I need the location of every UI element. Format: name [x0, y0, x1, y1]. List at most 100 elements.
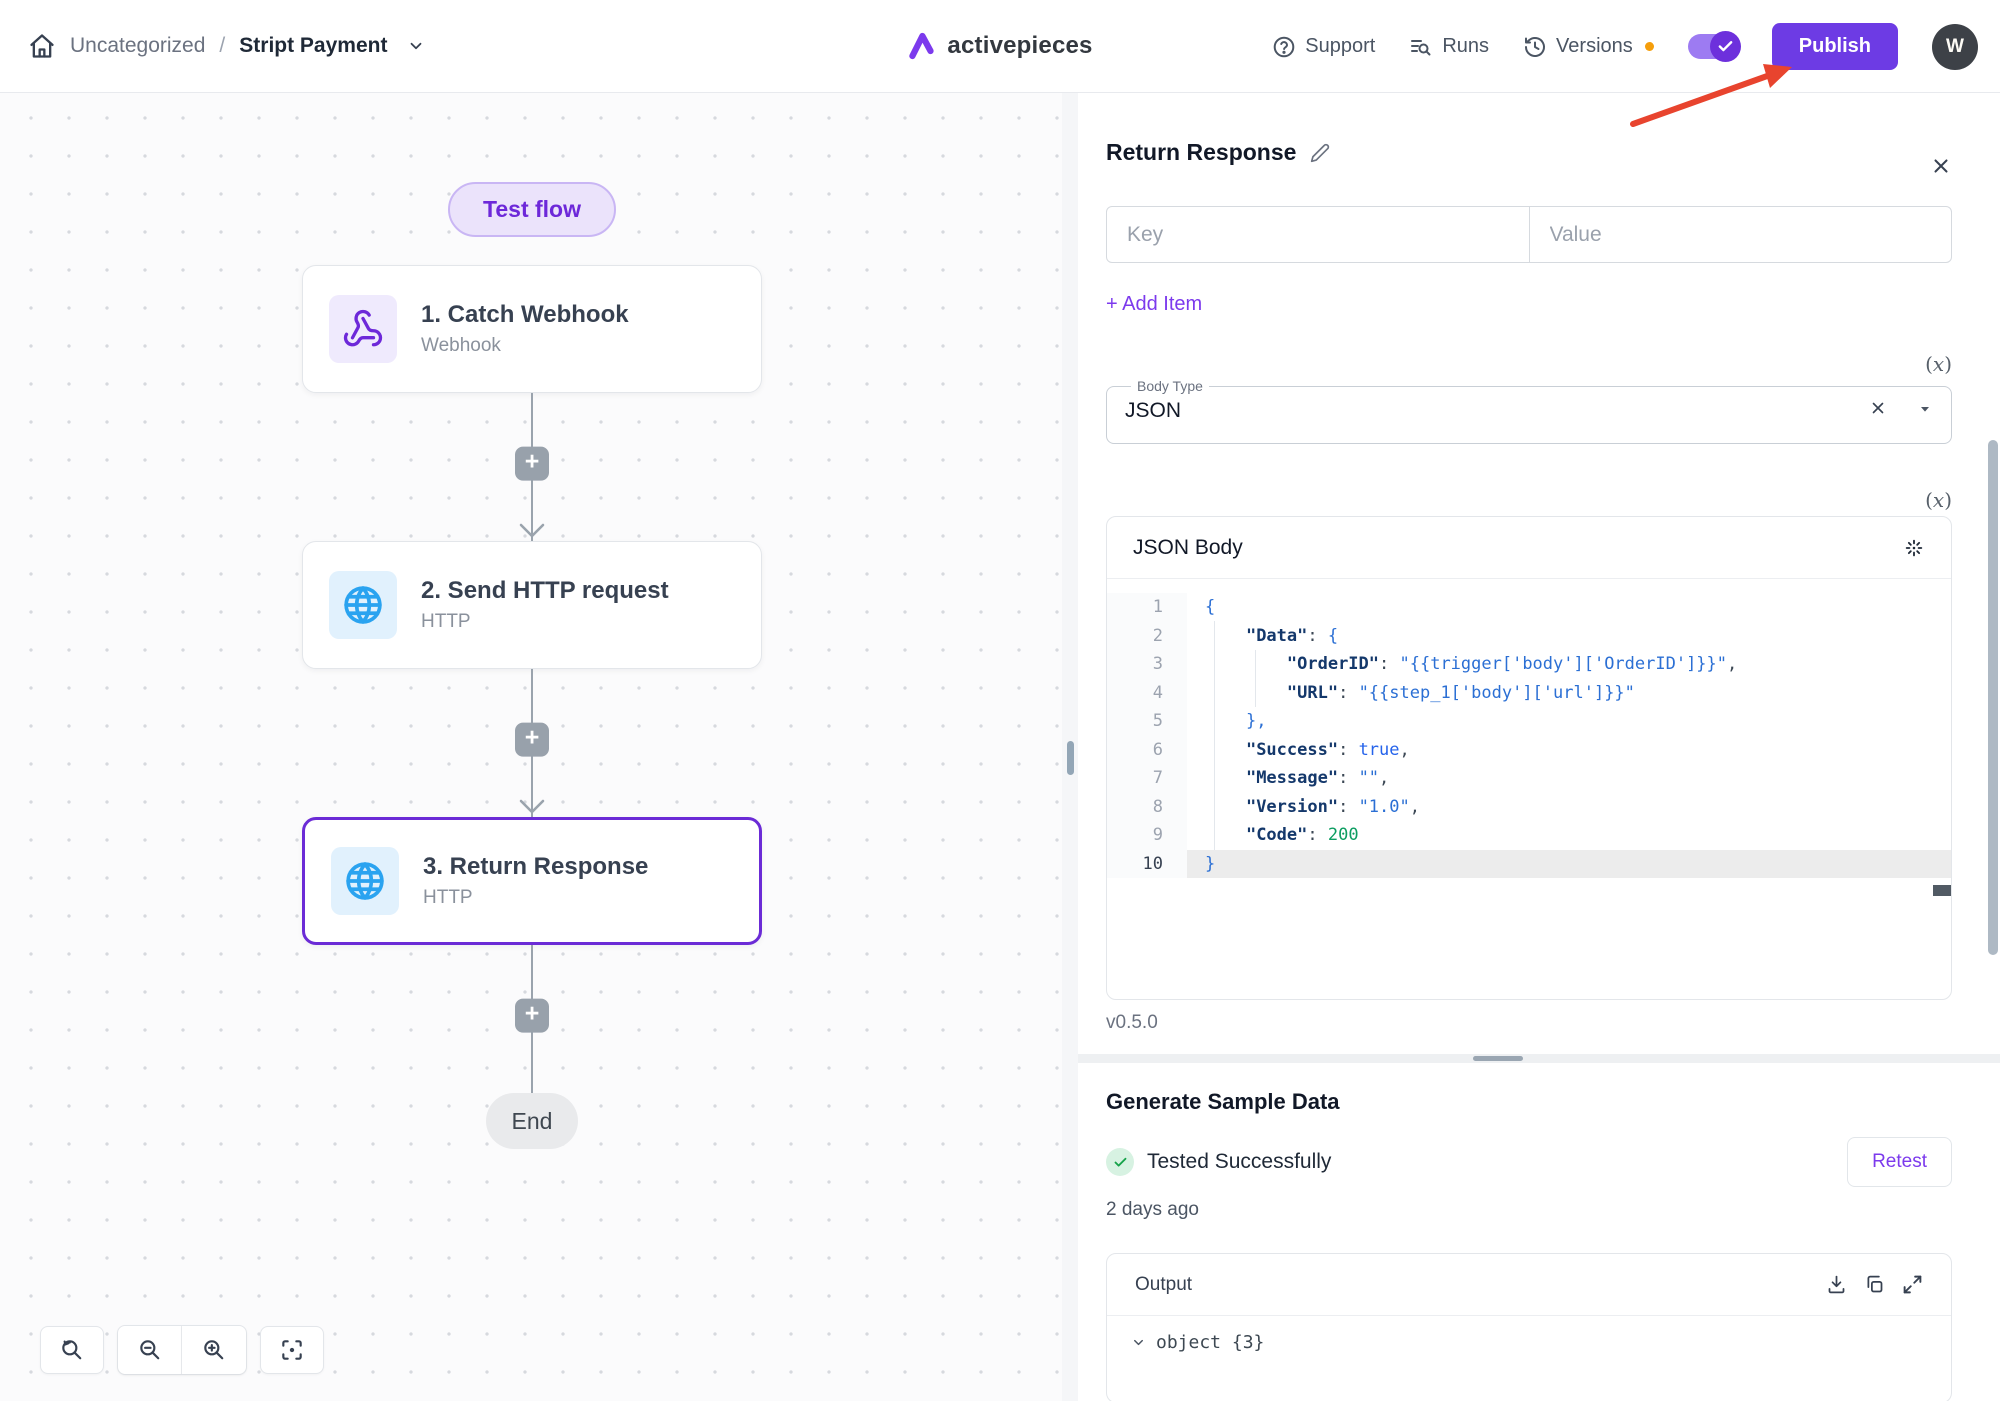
clear-selection-icon[interactable] [1869, 399, 1887, 423]
publish-button[interactable]: Publish [1772, 23, 1898, 70]
code-line-8[interactable]: 8 "Version": "1.0", [1107, 793, 1951, 822]
dynamic-value-icon[interactable]: (x) [1925, 488, 1952, 512]
download-icon[interactable] [1826, 1274, 1847, 1295]
activepieces-logo-icon [907, 31, 937, 61]
divider-drag-handle[interactable] [1473, 1056, 1523, 1061]
versions-label: Versions [1556, 35, 1633, 58]
panel-section-divider[interactable] [1078, 1054, 2000, 1063]
body-type-value: JSON [1125, 399, 1869, 423]
code-line-7[interactable]: 7 "Message": "", [1107, 764, 1951, 793]
code-line-1[interactable]: 1{ [1107, 593, 1951, 622]
fields-key-value-box [1106, 206, 1952, 263]
activepieces-logo: activepieces [907, 31, 1092, 61]
logo-text: activepieces [947, 32, 1092, 60]
generate-sample-data-heading: Generate Sample Data [1106, 1089, 1952, 1115]
retest-button[interactable]: Retest [1847, 1137, 1952, 1187]
line-number: 1 [1107, 593, 1187, 622]
step-title: 3. Return Response [423, 853, 648, 881]
canvas-zoom-toolbar [40, 1325, 324, 1375]
runs-button[interactable]: Runs [1409, 35, 1489, 59]
panel-title: Return Response [1106, 139, 1296, 166]
piece-version: v0.5.0 [1106, 1012, 1952, 1034]
home-icon[interactable] [28, 32, 56, 60]
add-step-button[interactable]: + [515, 447, 549, 481]
code-line-2[interactable]: 2 "Data": { [1107, 622, 1951, 651]
test-flow-button[interactable]: Test flow [448, 182, 616, 237]
fit-view-button[interactable] [260, 1326, 324, 1374]
add-step-button[interactable]: + [515, 723, 549, 757]
add-step-button[interactable]: + [515, 999, 549, 1033]
zoom-in-icon [201, 1337, 227, 1363]
zoom-in-button[interactable] [182, 1326, 246, 1374]
dynamic-value-icon[interactable]: (x) [1925, 352, 1952, 376]
code-line-4[interactable]: 4 "URL": "{{step_1['body']['url']}}" [1107, 679, 1951, 708]
versions-notification-dot [1645, 42, 1654, 51]
support-label: Support [1305, 35, 1375, 58]
flow-canvas[interactable]: Test flow 1. Catch WebhookWebhook+2. Sen… [0, 93, 1062, 1401]
expand-icon[interactable] [1902, 1274, 1923, 1295]
step-settings-panel: Return Response + Add Item (x) Body Type [1078, 93, 2000, 1401]
zoom-reset-icon [59, 1337, 85, 1363]
line-number: 5 [1107, 707, 1187, 736]
line-number: 7 [1107, 764, 1187, 793]
tree-node-label: object {3} [1156, 1332, 1264, 1353]
zoom-reset-button[interactable] [40, 1326, 104, 1374]
copy-icon[interactable] [1864, 1274, 1885, 1295]
value-input[interactable] [1530, 223, 1952, 247]
panel-resize-gutter[interactable] [1062, 93, 1078, 1401]
breadcrumb-separator: / [219, 34, 225, 58]
key-input[interactable] [1107, 223, 1529, 247]
top-header: Uncategorized / Stript Payment activepie… [0, 0, 2000, 93]
flow-step-2[interactable]: 2. Send HTTP requestHTTP [302, 541, 762, 669]
line-number: 4 [1107, 679, 1187, 708]
chevron-down-icon[interactable] [407, 37, 425, 55]
arrow-down-icon [518, 799, 546, 820]
code-line-10[interactable]: 10} [1107, 850, 1951, 879]
line-number: 8 [1107, 793, 1187, 822]
zoom-out-icon [137, 1337, 163, 1363]
output-card: Output [1106, 1253, 1952, 1401]
test-status-text: Tested Successfully [1147, 1150, 1847, 1174]
step-title: 2. Send HTTP request [421, 577, 669, 605]
line-number: 9 [1107, 821, 1187, 850]
code-editor[interactable]: 1{2 "Data": {3 "OrderID": "{{trigger['bo… [1107, 579, 1951, 1000]
dropdown-caret-icon[interactable] [1917, 401, 1933, 422]
code-line-3[interactable]: 3 "OrderID": "{{trigger['body']['OrderID… [1107, 650, 1951, 679]
json-body-editor: JSON Body 1{2 "Data": {3 "OrderID": "{{t… [1106, 516, 1952, 1000]
flow-connector: + [531, 945, 533, 1093]
flow-connector: + [531, 669, 533, 817]
edit-pencil-icon[interactable] [1310, 143, 1330, 163]
versions-button[interactable]: Versions [1523, 35, 1633, 59]
runs-label: Runs [1442, 35, 1489, 58]
flow-connector: + [531, 393, 533, 541]
flow-end-node: End [486, 1093, 579, 1149]
code-line-6[interactable]: 6 "Success": true, [1107, 736, 1951, 765]
page-scrollbar-thumb[interactable] [1988, 440, 1998, 955]
flow-enabled-toggle[interactable] [1688, 34, 1738, 59]
toggle-thumb [1710, 31, 1741, 62]
globe-icon [329, 571, 397, 639]
add-item-link[interactable]: + Add Item [1106, 293, 1202, 316]
output-tree-node[interactable]: object {3} [1107, 1316, 1951, 1369]
code-line-9[interactable]: 9 "Code": 200 [1107, 821, 1951, 850]
chevron-down-icon [1131, 1335, 1146, 1350]
close-icon[interactable] [1930, 155, 1952, 182]
body-type-label: Body Type [1131, 378, 1209, 394]
breadcrumb-flow-name[interactable]: Stript Payment [239, 34, 387, 58]
flow-step-3[interactable]: 3. Return ResponseHTTP [302, 817, 762, 945]
user-avatar[interactable]: W [1932, 24, 1978, 70]
flow-step-1[interactable]: 1. Catch WebhookWebhook [302, 265, 762, 393]
overview-ruler-cursor [1933, 885, 1951, 896]
success-check-icon [1106, 1148, 1134, 1176]
sparkle-icon[interactable] [1903, 537, 1925, 559]
panel-resize-handle[interactable] [1067, 741, 1074, 775]
help-circle-icon [1272, 35, 1296, 59]
json-body-label: JSON Body [1133, 536, 1903, 560]
code-line-5[interactable]: 5 }, [1107, 707, 1951, 736]
body-type-select[interactable]: Body Type JSON [1106, 378, 1952, 444]
zoom-out-button[interactable] [118, 1326, 182, 1374]
support-button[interactable]: Support [1272, 35, 1375, 59]
breadcrumb-category[interactable]: Uncategorized [70, 34, 205, 58]
line-number: 2 [1107, 622, 1187, 651]
line-number: 6 [1107, 736, 1187, 765]
